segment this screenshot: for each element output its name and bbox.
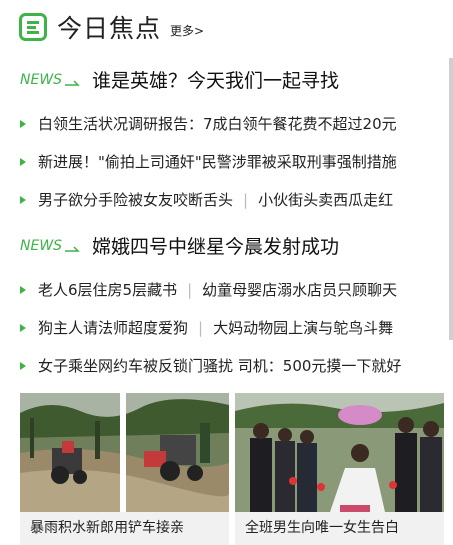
news-tag: NEWS — [20, 238, 92, 254]
news-tag: NEWS — [20, 72, 92, 88]
news-link[interactable]: 白领生活状况调研报告：7成白领午餐花费不超过20元 — [38, 113, 397, 134]
confession-image — [235, 393, 444, 512]
news-link[interactable]: 女子乘坐网约车被反锁门骚扰 司机：500元摸一下就好 — [38, 355, 401, 376]
bullet-triangle-icon — [20, 119, 26, 128]
news-item: 白领生活状况调研报告：7成白领午餐花费不超过20元 — [20, 113, 397, 134]
separator: | — [198, 318, 204, 337]
news-item: 女子乘坐网约车被反锁门骚扰 司机：500元摸一下就好 — [20, 355, 401, 376]
news-headline-row: NEWS 嫦娥四号中继星今晨发射成功 — [20, 232, 339, 259]
bullet-triangle-icon — [20, 157, 26, 166]
headline-link[interactable]: 谁是英雄？今天我们一起寻找 — [92, 66, 339, 93]
photo-card[interactable]: 全班男生向唯一女生告白 — [235, 393, 444, 545]
news-headline-row: NEWS 谁是英雄？今天我们一起寻找 — [20, 66, 339, 93]
separator: | — [243, 190, 249, 209]
flood-tractor-photo[interactable] — [20, 393, 229, 512]
card-caption[interactable]: 全班男生向唯一女生告白 — [235, 512, 444, 545]
bullet-triangle-icon — [20, 323, 26, 332]
bullet-triangle-icon — [20, 195, 26, 204]
news-item: 老人6层住房5层藏书 | 幼童母婴店溺水店员只顾聊天 — [20, 279, 397, 300]
separator: | — [187, 280, 193, 299]
news-item: 狗主人请法师超度爱狗 | 大妈动物园上演与鸵鸟斗舞 — [20, 317, 393, 338]
arrow-icon — [65, 245, 80, 252]
card-caption[interactable]: 暴雨积水新郎用铲车接亲 — [20, 512, 229, 545]
news-tag-label: NEWS — [20, 237, 63, 254]
bullet-triangle-icon — [20, 285, 26, 294]
news-logo-icon — [19, 13, 47, 41]
more-link[interactable]: 更多> — [170, 22, 204, 39]
news-tag-label: NEWS — [20, 71, 63, 88]
confession-photo[interactable] — [235, 393, 444, 512]
news-link[interactable]: 大妈动物园上演与鸵鸟斗舞 — [213, 317, 393, 338]
news-link[interactable]: 新进展！"偷拍上司通奸"民警涉罪被采取刑事强制措施 — [38, 151, 397, 172]
news-item: 新进展！"偷拍上司通奸"民警涉罪被采取刑事强制措施 — [20, 151, 397, 172]
news-link[interactable]: 男子欲分手险被女友咬断舌头 — [38, 189, 233, 210]
news-link[interactable]: 幼童母婴店溺水店员只顾聊天 — [202, 279, 397, 300]
news-link[interactable]: 小伙街头卖西瓜走红 — [258, 189, 393, 210]
news-link[interactable]: 狗主人请法师超度爱狗 — [38, 317, 188, 338]
flood-tractor-image — [20, 393, 229, 512]
bullet-triangle-icon — [20, 361, 26, 370]
arrow-icon — [65, 79, 80, 86]
page-title: 今日焦点 — [57, 14, 162, 43]
headline-link[interactable]: 嫦娥四号中继星今晨发射成功 — [92, 232, 339, 259]
news-link[interactable]: 老人6层住房5层藏书 — [38, 279, 177, 300]
news-item: 男子欲分手险被女友咬断舌头 | 小伙街头卖西瓜走红 — [20, 189, 393, 210]
photo-card[interactable]: 暴雨积水新郎用铲车接亲 — [20, 393, 229, 545]
scrollbar[interactable] — [449, 58, 453, 340]
section-header: 今日焦点 更多> — [19, 11, 204, 43]
